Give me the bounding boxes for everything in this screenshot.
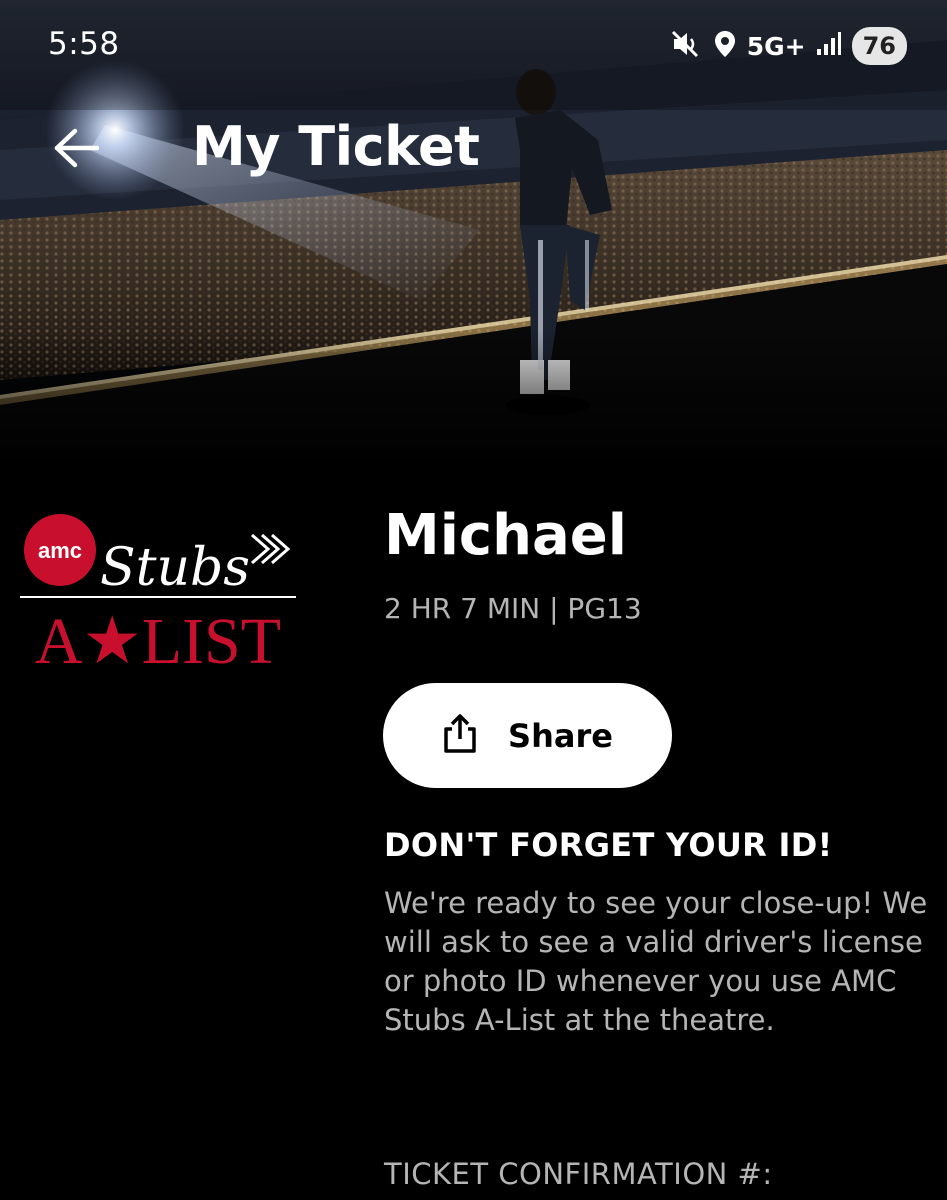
battery-level: 76 [851, 27, 907, 65]
share-button[interactable]: Share [383, 683, 672, 788]
status-time: 5:58 [48, 26, 120, 62]
logo-script-text: Stubs [100, 538, 250, 598]
back-arrow-icon [53, 128, 100, 172]
logo-badge-text: amc [38, 538, 82, 563]
share-label: Share [508, 716, 613, 755]
amc-stubs-alist-logo: amc Stubs A★LIST [20, 505, 300, 678]
id-notice-heading: DON'T FORGET YOUR ID! [384, 826, 833, 864]
movie-runtime-rating: 2 HR 7 MIN | PG13 [384, 592, 642, 625]
back-button[interactable] [48, 122, 104, 178]
logo-tier-text: A★LIST [35, 605, 281, 675]
network-type: 5G+ [746, 31, 806, 61]
id-notice-body: We're ready to see your close-up! We wil… [384, 886, 928, 1037]
mute-icon [671, 29, 703, 63]
status-icons: 5G+ 76 [671, 26, 907, 66]
signal-icon [816, 31, 842, 61]
status-bar: 5:58 5G+ 76 [0, 0, 947, 92]
location-icon [713, 29, 737, 63]
page-title: My Ticket [192, 115, 480, 178]
movie-title: Michael [384, 503, 627, 568]
ticket-confirmation-label: TICKET CONFIRMATION #: [384, 1157, 773, 1191]
share-icon [442, 713, 478, 758]
